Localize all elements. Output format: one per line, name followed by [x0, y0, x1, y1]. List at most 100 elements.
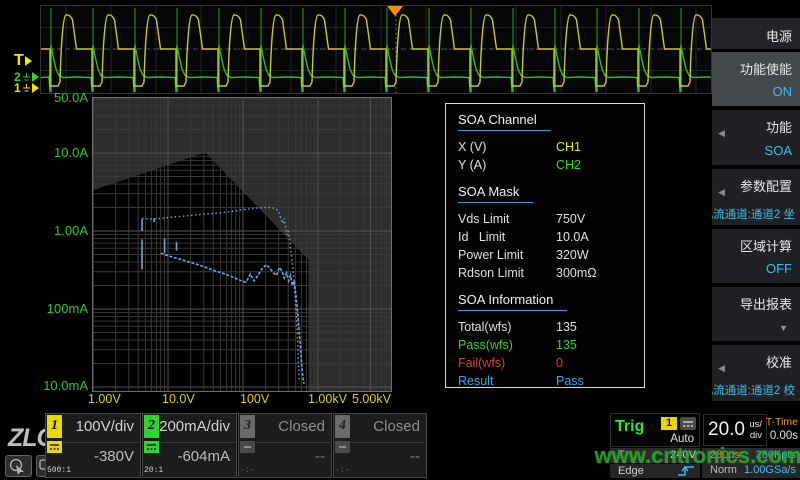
sidebar-label: 电源 — [766, 26, 792, 45]
channel-1-badge: 1 — [47, 415, 62, 438]
chevron-left-icon: ◀ — [718, 128, 725, 139]
timebase-scale: 20.0 — [708, 419, 745, 441]
y-tick-10ma: 10.0mA — [28, 378, 88, 393]
ch4-status: Closed — [373, 418, 420, 435]
sidebar-value: OFF — [766, 261, 792, 276]
pass-wfs-value: 135 — [556, 338, 577, 352]
row-label: Y (A) — [458, 158, 556, 172]
sidebar-value: ON — [773, 84, 793, 99]
channel-2-box[interactable]: 2 200mA/div -604mA 20:1 — [142, 413, 237, 478]
right-arrow-icon — [32, 83, 39, 93]
chevron-down-icon: ▼ — [779, 323, 788, 333]
ch4-probe-ratio: -:- — [335, 466, 349, 475]
touch-gesture-button[interactable] — [5, 455, 32, 477]
ch3-offset: -- — [315, 448, 325, 465]
row-label: X (V) — [458, 140, 556, 154]
soa-plot — [92, 97, 392, 392]
channel-3-box[interactable]: 3 Closed -- -:- — [238, 413, 332, 478]
right-arrow-icon — [25, 56, 32, 66]
dc-coupling-icon — [47, 440, 62, 452]
t-time-value: 0.00s — [762, 430, 798, 442]
result-value: Pass — [556, 374, 584, 388]
row-label: Power Limit — [458, 248, 556, 262]
pointer-click-icon — [6, 456, 31, 476]
divider — [351, 442, 425, 443]
channel-4-box[interactable]: 4 Closed -- -:- — [333, 413, 427, 478]
power-limit-value: 320W — [556, 248, 589, 262]
timebase-unit-top: us/ — [749, 420, 762, 430]
sidebar-item-parameter-config[interactable]: ◀ 参数配置 电流通道:通道2 坐 — [712, 169, 800, 225]
x-tick-1v: 1.00V — [88, 392, 121, 406]
y-channel-value: CH2 — [556, 158, 581, 172]
sidebar-value: SOA — [765, 143, 792, 158]
y-tick-100ma: 100mA — [28, 301, 88, 316]
waveform-traces — [41, 6, 711, 93]
channel-3-badge: 3 — [240, 415, 255, 438]
section-title-soa-channel: SOA Channel — [458, 112, 551, 131]
sidebar-label: 校准 — [766, 352, 792, 371]
coupling-off-icon — [240, 440, 255, 452]
divider — [63, 442, 139, 443]
row-label: Vds Limit — [458, 212, 556, 226]
soa-plot-canvas — [93, 98, 391, 391]
trigger-marker-label: T — [14, 52, 24, 70]
row-label: Rdson Limit — [458, 266, 556, 280]
oscilloscope-screen: T 2 1 50.0A 10.0A 1.00A 100mA 10.0mA 1.0… — [0, 0, 800, 480]
fail-wfs-value: 0 — [556, 356, 563, 370]
ch1-position-marker[interactable]: 1 — [14, 81, 39, 95]
section-title-soa-mask: SOA Mask — [458, 184, 533, 203]
channel-1-box[interactable]: 1 100V/div -380V 500:1 — [45, 413, 141, 478]
divider — [256, 442, 330, 443]
id-limit-value: 10.0A — [556, 230, 589, 244]
sidebar-item-export-report[interactable]: 导出报表 ▼ — [712, 287, 800, 341]
trigger-level-marker[interactable]: T — [14, 52, 32, 70]
ch4-offset: -- — [410, 448, 420, 465]
x-tick-100v: 100V — [240, 392, 269, 406]
ch2-offset: -604mA — [177, 448, 230, 465]
coupling-off-icon — [335, 440, 350, 452]
timebase-unit-bottom: div — [750, 431, 762, 441]
waveform-display — [40, 5, 712, 94]
channel-2-badge: 2 — [144, 415, 159, 438]
trigger-position-marker[interactable] — [387, 6, 403, 16]
sidebar-label: 区域计算 — [740, 236, 792, 255]
ch1-offset: -380V — [94, 448, 134, 465]
y-tick-1a: 1.00A — [28, 223, 88, 238]
timebase-box[interactable]: 20.0 us/ div — [703, 414, 767, 446]
section-title-soa-information: SOA Information — [458, 292, 567, 311]
sidebar-item-function[interactable]: ◀ 功能 SOA — [712, 110, 800, 165]
sidebar-label: 导出报表 — [740, 294, 792, 313]
total-wfs-value: 135 — [556, 320, 577, 334]
sidebar-label: 参数配置 — [740, 176, 792, 195]
ch3-status: Closed — [278, 418, 325, 435]
row-label: Id Limit — [458, 230, 556, 244]
ch2-scale: 200mA/div — [159, 418, 230, 435]
watermark: www.cntronics.com — [593, 443, 800, 469]
ch1-scale: 100V/div — [76, 418, 134, 435]
trigger-source-badge: 1 — [661, 417, 677, 430]
sidebar-subtext: 电流通道:通道2 校 — [712, 382, 795, 398]
trigger-label: Trig — [615, 418, 644, 436]
row-label: Fail(wfs) — [458, 356, 556, 370]
x-channel-value: CH1 — [556, 140, 581, 154]
sidebar-item-area-calc[interactable]: 区域计算 OFF — [712, 229, 800, 283]
chevron-left-icon: ◀ — [718, 187, 725, 198]
row-label: Result — [458, 374, 556, 388]
soa-info-panel: SOA Channel X (V)CH1 Y (A)CH2 SOA Mask V… — [445, 103, 645, 388]
sidebar-item-calibration[interactable]: ◀ 校准 电流通道:通道2 校 — [712, 345, 800, 401]
y-tick-10a: 10.0A — [28, 145, 88, 160]
row-label: Total(wfs) — [458, 320, 556, 334]
t-time-label: T-Time — [762, 416, 798, 428]
ch2-probe-ratio: 20:1 — [144, 466, 163, 475]
rdson-limit-value: 300mΩ — [556, 266, 597, 280]
sidebar-item-power[interactable]: 电源 — [712, 18, 800, 49]
sidebar-item-function-enable[interactable]: 功能使能 ON — [712, 52, 800, 106]
ch1-probe-ratio: 500:1 — [47, 466, 71, 475]
x-tick-10v: 10.0V — [162, 392, 195, 406]
trigger-status-box[interactable]: Trig 1 Auto — [610, 413, 700, 447]
sidebar-subtext: 电流通道:通道2 坐 — [712, 206, 795, 222]
dc-coupling-icon — [144, 440, 159, 452]
x-tick-1kv: 1.00kV — [308, 392, 347, 406]
row-label: Pass(wfs) — [458, 338, 556, 352]
chevron-left-icon: ◀ — [718, 363, 725, 374]
